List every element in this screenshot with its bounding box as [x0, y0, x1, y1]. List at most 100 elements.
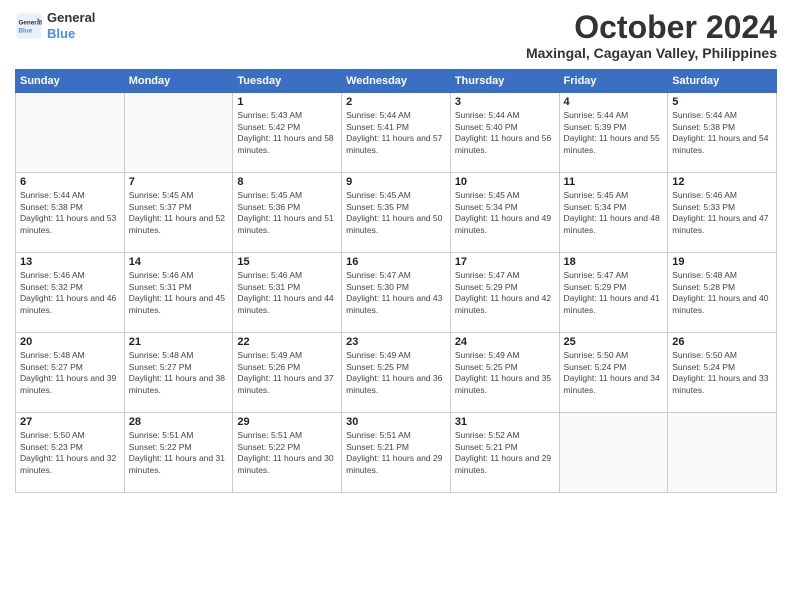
table-row — [668, 413, 777, 493]
day-detail: Sunrise: 5:47 AMSunset: 5:30 PMDaylight:… — [346, 270, 446, 316]
day-number: 12 — [672, 176, 772, 188]
svg-text:Blue: Blue — [19, 27, 33, 34]
calendar-header-row: Sunday Monday Tuesday Wednesday Thursday… — [16, 70, 777, 93]
day-detail: Sunrise: 5:44 AMSunset: 5:38 PMDaylight:… — [672, 110, 772, 156]
table-row: 12 Sunrise: 5:46 AMSunset: 5:33 PMDayligh… — [668, 173, 777, 253]
day-detail: Sunrise: 5:44 AMSunset: 5:41 PMDaylight:… — [346, 110, 446, 156]
day-detail: Sunrise: 5:47 AMSunset: 5:29 PMDaylight:… — [564, 270, 664, 316]
col-saturday: Saturday — [668, 70, 777, 93]
day-number: 16 — [346, 256, 446, 268]
table-row: 23Sunrise: 5:49 AMSunset: 5:25 PMDayligh… — [342, 333, 451, 413]
col-friday: Friday — [559, 70, 668, 93]
day-detail: Sunrise: 5:46 AMSunset: 5:31 PMDaylight:… — [129, 270, 229, 316]
table-row: 25Sunrise: 5:50 AMSunset: 5:24 PMDayligh… — [559, 333, 668, 413]
day-number: 13 — [20, 256, 120, 268]
day-number: 20 — [20, 336, 120, 348]
day-detail: Sunrise: 5:48 AMSunset: 5:27 PMDaylight:… — [129, 350, 229, 396]
table-row: 13 Sunrise: 5:46 AMSunset: 5:32 PMDayligh… — [16, 253, 125, 333]
table-row: 26Sunrise: 5:50 AMSunset: 5:24 PMDayligh… — [668, 333, 777, 413]
table-row: 28 Sunrise: 5:51 AMSunset: 5:22 PMDayligh… — [124, 413, 233, 493]
day-number: 24 — [455, 336, 555, 348]
table-row: 2 Sunrise: 5:44 AMSunset: 5:41 PMDaylight… — [342, 93, 451, 173]
day-detail: Sunrise: 5:45 AMSunset: 5:35 PMDaylight:… — [346, 190, 446, 236]
day-detail: Sunrise: 5:50 AMSunset: 5:24 PMDaylight:… — [672, 350, 772, 396]
calendar-week-row: 1Sunrise: 5:43 AMSunset: 5:42 PMDaylight… — [16, 93, 777, 173]
table-row: 9Sunrise: 5:45 AMSunset: 5:35 PMDaylight… — [342, 173, 451, 253]
table-row: 19 Sunrise: 5:48 AMSunset: 5:28 PMDayligh… — [668, 253, 777, 333]
day-detail: Sunrise: 5:50 AMSunset: 5:24 PMDaylight:… — [564, 350, 664, 396]
table-row: 17Sunrise: 5:47 AMSunset: 5:29 PMDayligh… — [450, 253, 559, 333]
table-row: 1Sunrise: 5:43 AMSunset: 5:42 PMDaylight… — [233, 93, 342, 173]
table-row: 3 Sunrise: 5:44 AMSunset: 5:40 PMDaylight… — [450, 93, 559, 173]
logo-line2: Blue — [47, 26, 95, 42]
day-number: 27 — [20, 416, 120, 428]
day-detail: Sunrise: 5:46 AMSunset: 5:33 PMDaylight:… — [672, 190, 772, 236]
calendar: Sunday Monday Tuesday Wednesday Thursday… — [15, 69, 777, 493]
table-row: 18Sunrise: 5:47 AMSunset: 5:29 PMDayligh… — [559, 253, 668, 333]
table-row: 22Sunrise: 5:49 AMSunset: 5:26 PMDayligh… — [233, 333, 342, 413]
logo-icon: General Blue — [15, 12, 43, 40]
calendar-week-row: 6 Sunrise: 5:44 AMSunset: 5:38 PMDaylight… — [16, 173, 777, 253]
day-detail: Sunrise: 5:44 AMSunset: 5:38 PMDaylight:… — [20, 190, 120, 236]
day-detail: Sunrise: 5:49 AMSunset: 5:26 PMDaylight:… — [237, 350, 337, 396]
day-number: 2 — [346, 96, 446, 108]
day-detail: Sunrise: 5:48 AMSunset: 5:27 PMDaylight:… — [20, 350, 120, 396]
day-detail: Sunrise: 5:45 AMSunset: 5:34 PMDaylight:… — [455, 190, 555, 236]
day-detail: Sunrise: 5:45 AMSunset: 5:37 PMDaylight:… — [129, 190, 229, 236]
day-detail: Sunrise: 5:45 AMSunset: 5:36 PMDaylight:… — [237, 190, 337, 236]
day-number: 19 — [672, 256, 772, 268]
col-tuesday: Tuesday — [233, 70, 342, 93]
table-row: 24 Sunrise: 5:49 AMSunset: 5:25 PMDayligh… — [450, 333, 559, 413]
table-row: 5 Sunrise: 5:44 AMSunset: 5:38 PMDaylight… — [668, 93, 777, 173]
table-row: 29Sunrise: 5:51 AMSunset: 5:22 PMDayligh… — [233, 413, 342, 493]
table-row: 30Sunrise: 5:51 AMSunset: 5:21 PMDayligh… — [342, 413, 451, 493]
table-row: 6 Sunrise: 5:44 AMSunset: 5:38 PMDaylight… — [16, 173, 125, 253]
title-block: October 2024 Maxingal, Cagayan Valley, P… — [526, 10, 777, 61]
day-number: 28 — [129, 416, 229, 428]
month-title: October 2024 — [526, 10, 777, 45]
day-number: 30 — [346, 416, 446, 428]
location-title: Maxingal, Cagayan Valley, Philippines — [526, 45, 777, 61]
day-detail: Sunrise: 5:49 AMSunset: 5:25 PMDaylight:… — [455, 350, 555, 396]
col-wednesday: Wednesday — [342, 70, 451, 93]
day-number: 14 — [129, 256, 229, 268]
day-number: 4 — [564, 96, 664, 108]
day-number: 23 — [346, 336, 446, 348]
table-row: 7Sunrise: 5:45 AMSunset: 5:37 PMDaylight… — [124, 173, 233, 253]
day-number: 3 — [455, 96, 555, 108]
table-row — [559, 413, 668, 493]
day-number: 5 — [672, 96, 772, 108]
day-number: 6 — [20, 176, 120, 188]
day-detail: Sunrise: 5:51 AMSunset: 5:22 PMDaylight:… — [237, 430, 337, 476]
day-number: 21 — [129, 336, 229, 348]
calendar-week-row: 13 Sunrise: 5:46 AMSunset: 5:32 PMDayligh… — [16, 253, 777, 333]
day-detail: Sunrise: 5:51 AMSunset: 5:22 PMDaylight:… — [129, 430, 229, 476]
table-row: 27 Sunrise: 5:50 AMSunset: 5:23 PMDayligh… — [16, 413, 125, 493]
table-row: 31Sunrise: 5:52 AMSunset: 5:21 PMDayligh… — [450, 413, 559, 493]
logo-text: General Blue — [47, 10, 95, 41]
table-row: 21 Sunrise: 5:48 AMSunset: 5:27 PMDayligh… — [124, 333, 233, 413]
logo-line1: General — [47, 10, 95, 26]
day-number: 15 — [237, 256, 337, 268]
day-detail: Sunrise: 5:52 AMSunset: 5:21 PMDaylight:… — [455, 430, 555, 476]
day-detail: Sunrise: 5:44 AMSunset: 5:40 PMDaylight:… — [455, 110, 555, 156]
calendar-week-row: 27 Sunrise: 5:50 AMSunset: 5:23 PMDayligh… — [16, 413, 777, 493]
table-row: 15 Sunrise: 5:46 AMSunset: 5:31 PMDayligh… — [233, 253, 342, 333]
day-detail: Sunrise: 5:46 AMSunset: 5:31 PMDaylight:… — [237, 270, 337, 316]
table-row: 20 Sunrise: 5:48 AMSunset: 5:27 PMDayligh… — [16, 333, 125, 413]
day-number: 10 — [455, 176, 555, 188]
table-row: 4 Sunrise: 5:44 AMSunset: 5:39 PMDaylight… — [559, 93, 668, 173]
logo: General Blue General Blue — [15, 10, 95, 41]
day-detail: Sunrise: 5:48 AMSunset: 5:28 PMDaylight:… — [672, 270, 772, 316]
col-sunday: Sunday — [16, 70, 125, 93]
table-row: 10 Sunrise: 5:45 AMSunset: 5:34 PMDayligh… — [450, 173, 559, 253]
day-detail: Sunrise: 5:43 AMSunset: 5:42 PMDaylight:… — [237, 110, 337, 156]
day-detail: Sunrise: 5:44 AMSunset: 5:39 PMDaylight:… — [564, 110, 664, 156]
day-detail: Sunrise: 5:50 AMSunset: 5:23 PMDaylight:… — [20, 430, 120, 476]
page: General Blue General Blue October 2024 M… — [0, 0, 792, 612]
header: General Blue General Blue October 2024 M… — [15, 10, 777, 61]
day-detail: Sunrise: 5:46 AMSunset: 5:32 PMDaylight:… — [20, 270, 120, 316]
day-detail: Sunrise: 5:47 AMSunset: 5:29 PMDaylight:… — [455, 270, 555, 316]
day-number: 8 — [237, 176, 337, 188]
table-row — [124, 93, 233, 173]
